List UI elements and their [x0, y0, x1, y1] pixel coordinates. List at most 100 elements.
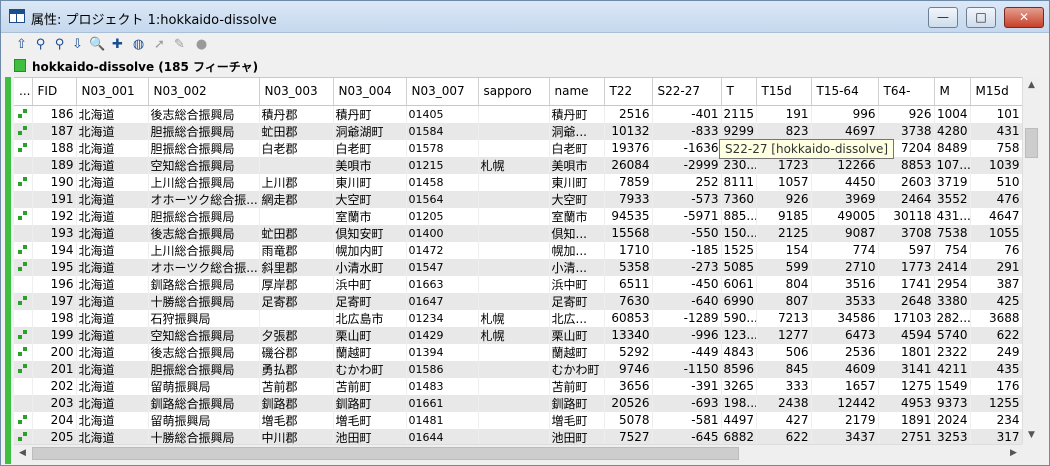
table-cell[interactable]: 夕張郡 — [259, 326, 334, 344]
table-cell[interactable]: 6061 — [721, 275, 757, 293]
table-cell[interactable]: 01564 — [406, 190, 479, 208]
table-cell[interactable]: 926 — [878, 105, 935, 123]
table-cell[interactable]: 上川総合振興局 — [148, 173, 260, 191]
table-cell[interactable]: 洞爺... — [549, 122, 605, 140]
table-cell[interactable] — [478, 258, 550, 276]
table-cell[interactable]: 北海道 — [76, 122, 149, 140]
table-cell[interactable]: 590... — [721, 309, 757, 327]
table-cell[interactable]: 5358 — [604, 258, 653, 276]
row-marker[interactable] — [14, 224, 33, 242]
table-cell[interactable]: 釧路郡 — [259, 394, 334, 412]
row-marker[interactable] — [14, 207, 33, 225]
column-header-t15-64[interactable]: T15-64 — [811, 78, 879, 106]
table-cell[interactable]: 2125 — [756, 224, 812, 242]
table-cell[interactable]: 154 — [756, 241, 812, 259]
table-cell[interactable]: 3719 — [934, 173, 971, 191]
table-cell[interactable]: 282... — [934, 309, 971, 327]
table-cell[interactable]: 622 — [970, 326, 1022, 344]
table-cell[interactable]: 釧路町 — [333, 394, 407, 412]
table-cell[interactable]: -833 — [652, 122, 722, 140]
table-cell[interactable]: -550 — [652, 224, 722, 242]
horizontal-scrollbar[interactable]: ◀ ▶ — [14, 444, 1022, 462]
column-header-name[interactable]: name — [549, 78, 605, 106]
table-cell[interactable]: 2115 — [721, 105, 757, 123]
table-cell[interactable]: 東川町 — [333, 173, 407, 191]
table-cell[interactable]: 196 — [32, 275, 77, 293]
table-cell[interactable]: 蘭越町 — [549, 343, 605, 361]
table-cell[interactable]: 白老町 — [549, 139, 605, 157]
table-cell[interactable]: 4497 — [721, 411, 757, 429]
table-cell[interactable]: 6473 — [811, 326, 879, 344]
table-cell[interactable]: 01483 — [406, 377, 479, 395]
row-marker[interactable] — [14, 156, 33, 174]
table-cell[interactable]: 1057 — [756, 173, 812, 191]
table-cell[interactable]: 上川郡 — [259, 173, 334, 191]
table-cell[interactable]: 202 — [32, 377, 77, 395]
table-cell[interactable]: -573 — [652, 190, 722, 208]
table-cell[interactable]: 1891 — [878, 411, 935, 429]
table-cell[interactable]: 205 — [32, 428, 77, 444]
table-cell[interactable]: 倶知安町 — [333, 224, 407, 242]
table-cell[interactable]: 十勝総合振興局 — [148, 292, 260, 310]
row-marker[interactable] — [14, 309, 33, 327]
table-cell[interactable]: -640 — [652, 292, 722, 310]
table-cell[interactable]: -391 — [652, 377, 722, 395]
table-cell[interactable]: 5078 — [604, 411, 653, 429]
minimize-button[interactable]: — — [928, 7, 958, 28]
column-header-t[interactable]: T — [721, 78, 757, 106]
table-cell[interactable]: 01429 — [406, 326, 479, 344]
table-cell[interactable]: 01663 — [406, 275, 479, 293]
table-cell[interactable] — [259, 207, 334, 225]
table-cell[interactable]: 19376 — [604, 139, 653, 157]
table-cell[interactable]: 4594 — [878, 326, 935, 344]
table-cell[interactable]: 01647 — [406, 292, 479, 310]
table-cell[interactable]: 北広島市 — [333, 309, 407, 327]
table-row[interactable]: 197 北海道 十勝総合振興局 足寄郡 足寄町 01647 足寄町 7630 -640 6990 8… — [14, 292, 1022, 310]
table-cell[interactable]: 774 — [811, 241, 879, 259]
table-cell[interactable]: 7538 — [934, 224, 971, 242]
table-cell[interactable] — [478, 428, 550, 444]
table-row[interactable]: 204 北海道 留萌振興局 増毛郡 増毛町 01481 増毛町 5078 -581 4497 427… — [14, 411, 1022, 429]
table-cell[interactable]: -1150 — [652, 360, 722, 378]
table-cell[interactable]: 浜中町 — [549, 275, 605, 293]
table-cell[interactable]: 札幌 — [478, 156, 550, 174]
table-cell[interactable]: 留萌振興局 — [148, 377, 260, 395]
table-cell[interactable]: 823 — [756, 122, 812, 140]
table-cell[interactable] — [478, 394, 550, 412]
table-row[interactable]: 201 北海道 胆振総合振興局 勇払郡 むかわ町 01586 むかわ町 9746 -1150 85… — [14, 360, 1022, 378]
table-cell[interactable]: 積丹町 — [333, 105, 407, 123]
column-header-m15d[interactable]: M15d — [970, 78, 1022, 106]
table-row[interactable]: 194 北海道 上川総合振興局 雨竜郡 幌加内町 01472 幌加... 1710 -185 15… — [14, 241, 1022, 259]
table-cell[interactable]: -1289 — [652, 309, 722, 327]
table-cell[interactable]: 斜里郡 — [259, 258, 334, 276]
column-header-t22[interactable]: T22 — [604, 78, 653, 106]
table-cell[interactable]: 北広... — [549, 309, 605, 327]
table-cell[interactable]: 白老郡 — [259, 139, 334, 157]
table-cell[interactable]: 勇払郡 — [259, 360, 334, 378]
table-cell[interactable]: 幌加... — [549, 241, 605, 259]
table-cell[interactable]: 176 — [970, 377, 1022, 395]
table-cell[interactable]: 3437 — [811, 428, 879, 444]
table-row[interactable]: 202 北海道 留萌振興局 苫前郡 苫前町 01483 苫前町 3656 -391 3265 333… — [14, 377, 1022, 395]
table-cell[interactable]: 187 — [32, 122, 77, 140]
table-cell[interactable]: -645 — [652, 428, 722, 444]
table-cell[interactable]: 北海道 — [76, 394, 149, 412]
table-cell[interactable]: 597 — [878, 241, 935, 259]
row-marker[interactable] — [14, 139, 33, 157]
table-cell[interactable]: 1741 — [878, 275, 935, 293]
table-row[interactable]: 203 北海道 釧路総合振興局 釧路郡 釧路町 01661 釧路町 20526 -693 198.… — [14, 394, 1022, 412]
table-cell[interactable]: 195 — [32, 258, 77, 276]
table-cell[interactable]: 1525 — [721, 241, 757, 259]
table-cell[interactable]: 虻田郡 — [259, 122, 334, 140]
title-bar[interactable]: 属性: プロジェクト 1:hokkaido-dissolve — □ ✕ — [1, 1, 1049, 33]
table-cell[interactable]: 01586 — [406, 360, 479, 378]
table-cell[interactable]: -5971 — [652, 207, 722, 225]
globe-icon[interactable]: ◍ — [130, 36, 147, 54]
table-cell[interactable]: 蘭越町 — [333, 343, 407, 361]
column-header-t15d[interactable]: T15d — [756, 78, 812, 106]
table-cell[interactable]: 4647 — [970, 207, 1022, 225]
table-cell[interactable]: 1710 — [604, 241, 653, 259]
table-row[interactable]: 186 北海道 後志総合振興局 積丹郡 積丹町 01405 積丹町 2516 -401 2115 1… — [14, 105, 1022, 123]
table-cell[interactable]: 199 — [32, 326, 77, 344]
table-row[interactable]: 187 北海道 胆振総合振興局 虻田郡 洞爺湖町 01584 洞爺... 10132 -833 9… — [14, 122, 1022, 140]
